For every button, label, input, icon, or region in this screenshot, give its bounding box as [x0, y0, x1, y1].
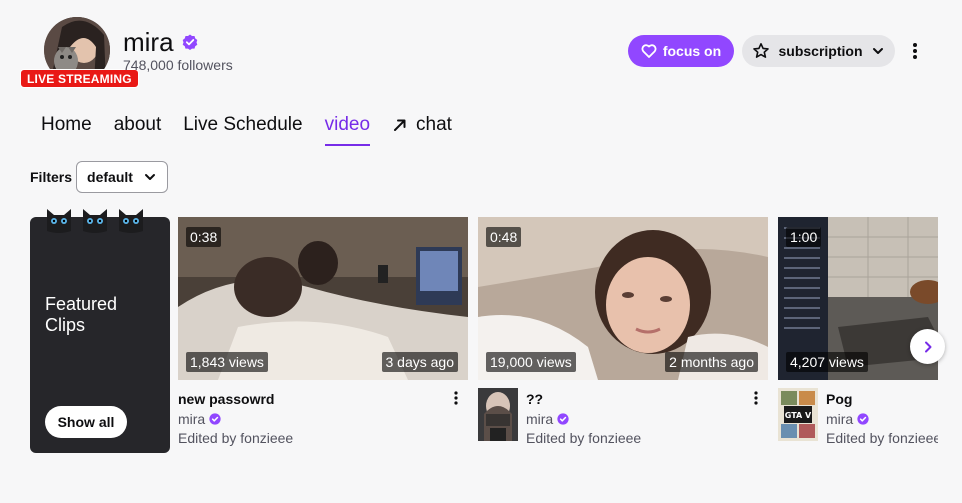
more-vertical-icon	[913, 43, 917, 59]
heart-icon	[641, 44, 657, 58]
clip-channel[interactable]: mira	[526, 411, 569, 427]
clip-age: 2 months ago	[665, 352, 758, 372]
game-box-art-image	[478, 388, 518, 441]
clip-editor: Edited by fonzieee	[178, 430, 294, 446]
chevron-right-icon	[924, 341, 931, 352]
tab-about-label: about	[113, 114, 162, 135]
verified-badge-icon	[182, 34, 197, 50]
tab-video-label: video	[324, 114, 371, 135]
tab-home-label: Home	[41, 114, 92, 135]
clip-duration: 1:00	[786, 227, 822, 247]
clip-duration: 0:48	[486, 227, 522, 247]
game-box-art[interactable]	[478, 388, 518, 441]
clip-channel[interactable]: mira	[178, 411, 221, 427]
carousel-next-button[interactable]	[910, 329, 945, 364]
star-icon	[753, 43, 770, 58]
clip-age: 3 days ago	[381, 352, 458, 372]
verified-badge-icon	[557, 413, 569, 425]
clip-editor: Edited by fonzieee	[526, 430, 642, 446]
follow-button[interactable]: focus on	[628, 35, 734, 67]
follower-count: 748,000 followers	[123, 57, 233, 73]
clip-channel-name: mira	[526, 411, 554, 427]
tab-home[interactable]: Home	[41, 113, 92, 146]
show-all-button[interactable]: Show all	[45, 406, 127, 438]
tab-chat-label: chat	[416, 114, 452, 135]
game-box-art[interactable]: GTA V	[778, 388, 818, 441]
more-options-button[interactable]	[903, 38, 927, 64]
clip-editor: Edited by fonzieee	[826, 430, 942, 446]
clip-views: 19,000 views	[486, 352, 576, 372]
clip-channel[interactable]: mira	[826, 411, 869, 427]
clip-more-button[interactable]	[748, 388, 764, 408]
featured-clips-title: Featured Clips	[45, 294, 118, 335]
arrow-up-right-icon	[394, 119, 406, 131]
filters-label: Filters	[30, 169, 73, 185]
clip-thumbnail[interactable]: 0:38 1,843 views 3 days ago	[178, 217, 468, 380]
cat-emote-icon	[83, 209, 107, 233]
subscribe-button-label: subscription	[778, 43, 863, 59]
tab-chat[interactable]: chat	[392, 113, 452, 146]
clip-thumbnail[interactable]: 0:48 19,000 views 2 months ago	[478, 217, 768, 380]
clip-views: 1,843 views	[186, 352, 268, 372]
clip-channel-name: mira	[178, 411, 206, 427]
channel-tabs: Home about Live Schedule video chat	[41, 113, 474, 146]
tab-video[interactable]: video	[324, 113, 371, 146]
clip-channel-name: mira	[826, 411, 854, 427]
clip-card[interactable]: 0:48 19,000 views 2 months ago ?? mira E…	[478, 217, 768, 453]
carousel-edge	[938, 210, 962, 460]
tab-live-schedule[interactable]: Live Schedule	[183, 113, 302, 146]
cat-emote-icon	[119, 209, 143, 233]
game-box-art-image: GTA V	[778, 388, 818, 441]
clip-views: 4,207 views	[786, 352, 868, 372]
more-vertical-icon	[454, 391, 458, 405]
cat-emote-icon	[47, 209, 71, 233]
live-badge: LIVE STREAMING	[20, 69, 139, 88]
svg-text:GTA V: GTA V	[785, 411, 812, 420]
channel-name-text: mira	[123, 27, 174, 57]
clip-title[interactable]: ??	[526, 391, 543, 407]
clip-more-button[interactable]	[448, 388, 464, 408]
tab-about[interactable]: about	[114, 113, 162, 146]
filter-dropdown[interactable]: default	[76, 161, 168, 193]
verified-badge-icon	[209, 413, 221, 425]
clip-card[interactable]: 0:38 1,843 views 3 days ago new passowrd…	[178, 217, 468, 453]
chevron-down-icon	[872, 48, 883, 54]
tab-live-schedule-label: Live Schedule	[183, 114, 303, 135]
channel-page: LIVE STREAMING mira 748,000 followers fo…	[0, 0, 962, 503]
featured-cat-emotes	[44, 205, 146, 235]
subscribe-button[interactable]: subscription	[742, 35, 895, 67]
channel-name[interactable]: mira	[123, 28, 198, 56]
verified-badge-icon	[857, 413, 869, 425]
featured-clips-card[interactable]: Featured Clips Show all	[30, 209, 170, 453]
clip-duration: 0:38	[186, 227, 222, 247]
chevron-down-icon	[144, 174, 155, 180]
follow-button-label: focus on	[662, 43, 722, 59]
clip-title[interactable]: Pog	[826, 391, 852, 407]
more-vertical-icon	[754, 391, 758, 405]
clip-title[interactable]: new passowrd	[178, 391, 274, 407]
filter-selected-value: default	[87, 169, 133, 185]
